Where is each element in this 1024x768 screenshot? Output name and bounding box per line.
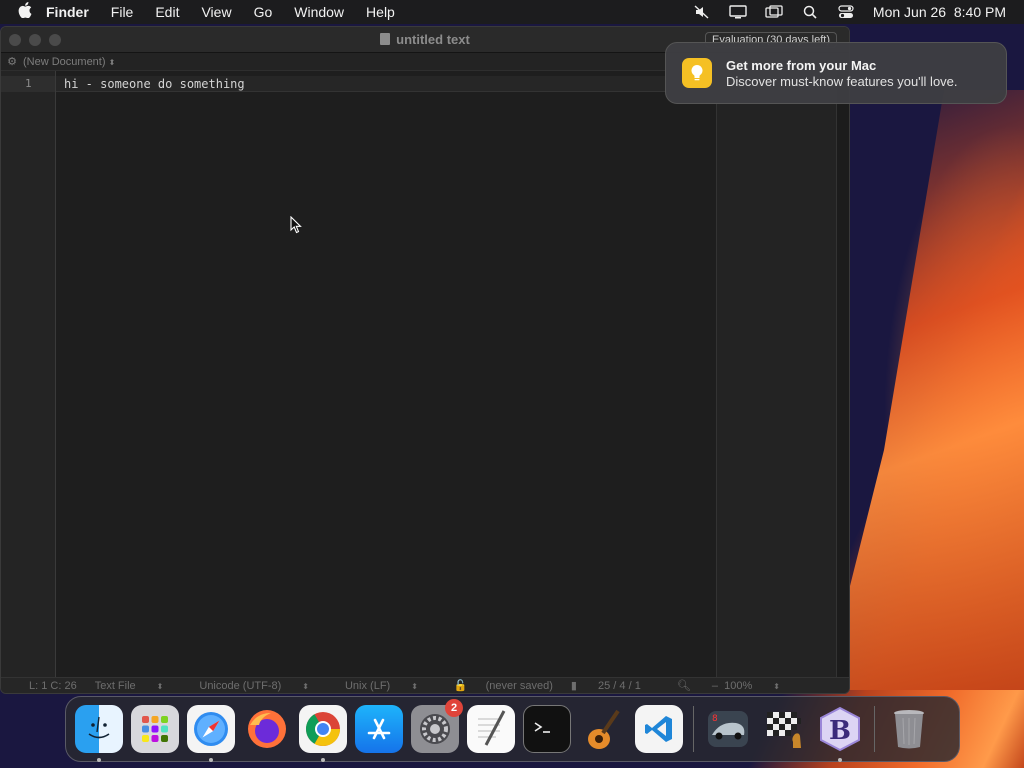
dock-finder[interactable]: [75, 705, 123, 762]
document-selector-label: (New Document): [23, 55, 106, 68]
display-icon[interactable]: [729, 5, 747, 19]
chevron-updown-icon: ⬍: [773, 682, 780, 691]
dock-textedit[interactable]: [467, 705, 515, 753]
screen-mirroring-icon[interactable]: [765, 5, 783, 19]
dock-separator: [693, 706, 694, 752]
running-indicator: [321, 758, 325, 762]
dock-safari[interactable]: [187, 705, 235, 762]
menu-file[interactable]: File: [111, 4, 134, 20]
dock-system-settings[interactable]: 2: [411, 699, 463, 753]
document-selector[interactable]: (New Document) ⬍: [23, 56, 115, 68]
svg-text:B: B: [829, 716, 851, 746]
menu-view[interactable]: View: [201, 4, 231, 20]
zoom-selector[interactable]: 🔍︎ – 100% ⬍: [677, 679, 798, 692]
vertical-scrollbar[interactable]: [836, 71, 849, 679]
menu-bar: Finder File Edit View Go Window Help Mon…: [0, 0, 1024, 24]
mute-icon[interactable]: [693, 5, 711, 19]
chess-icon: [767, 712, 801, 748]
dock-vscode[interactable]: [635, 705, 683, 753]
menu-window[interactable]: Window: [294, 4, 344, 20]
dock-firefox[interactable]: [243, 705, 291, 753]
menu-go[interactable]: Go: [254, 4, 273, 20]
document-icon: [380, 33, 391, 45]
dock-separator: [874, 706, 875, 752]
stats-doc-icon: ▮: [570, 680, 577, 692]
dock-racing-game[interactable]: 8: [704, 705, 752, 753]
text-editor[interactable]: hi - someone do something: [56, 71, 716, 679]
cursor-position[interactable]: L: 1 C: 26: [29, 680, 77, 692]
syntax-selector[interactable]: Text File ⬍: [95, 680, 182, 692]
window-title-text: untitled text: [396, 32, 470, 47]
menubar-clock[interactable]: Mon Jun 26 8:40 PM: [873, 4, 1006, 20]
launchpad-icon: [142, 716, 168, 742]
running-indicator: [838, 758, 842, 762]
status-bar: L: 1 C: 26 Text File ⬍ Unicode (UTF-8) ⬍ U…: [1, 677, 849, 693]
line-ending-selector[interactable]: Unix (LF) ⬍: [345, 680, 436, 692]
dock-bbedit[interactable]: B: [816, 705, 864, 762]
menu-edit[interactable]: Edit: [155, 4, 179, 20]
trash-icon: [894, 710, 924, 749]
tips-lightbulb-icon: [682, 58, 712, 88]
running-indicator: [97, 758, 101, 762]
dock-chrome[interactable]: [299, 705, 347, 762]
dock-garageband[interactable]: [579, 705, 627, 753]
notification-title: Get more from your Mac: [726, 57, 877, 73]
notification-banner[interactable]: Get more from your Mac Discover must-kno…: [665, 42, 1007, 104]
editor-area: 1 hi - someone do something: [1, 71, 849, 679]
notification-body: Discover must-know features you'll love.: [726, 73, 958, 89]
editor-window: untitled text Evaluation (30 days left) …: [0, 26, 850, 694]
chrome-icon: [306, 712, 340, 746]
dock-chess[interactable]: [760, 705, 808, 753]
menu-app-name[interactable]: Finder: [46, 4, 89, 20]
control-center-icon[interactable]: [837, 5, 855, 19]
menu-help[interactable]: Help: [366, 4, 395, 20]
editor-line[interactable]: hi - someone do something: [56, 76, 716, 92]
terminal-icon: [534, 722, 550, 733]
safari-compass-icon: [194, 712, 228, 746]
guitar-icon: [588, 709, 620, 749]
syntax-label: Text File: [94, 679, 136, 692]
finder-icon: [88, 716, 110, 739]
side-pane: [716, 71, 836, 679]
line-number: 1: [1, 76, 55, 92]
dock-terminal[interactable]: [523, 705, 571, 753]
svg-text:8: 8: [712, 714, 718, 724]
stats-label: 25 / 4 / 1: [598, 680, 641, 692]
spotlight-icon[interactable]: [801, 5, 819, 19]
chevron-updown-icon: ⬍: [302, 681, 309, 691]
textedit-icon: [478, 710, 506, 746]
chevron-updown-icon: ⬍: [156, 681, 164, 691]
apple-menu-icon[interactable]: [18, 1, 46, 23]
dock-launchpad[interactable]: [131, 705, 179, 753]
lock-icon[interactable]: 🔓: [454, 679, 468, 692]
firefox-icon: [248, 710, 286, 748]
encoding-label: Unicode (UTF-8): [199, 679, 282, 692]
dock: 2 8 B: [65, 696, 960, 762]
zoom-label: 100%: [724, 680, 753, 692]
dock-trash[interactable]: [885, 705, 933, 753]
document-stats[interactable]: ▮ 25 / 4 / 1: [571, 679, 659, 692]
magnifier-icon: 🔍︎: [676, 680, 691, 692]
line-number-gutter: 1: [1, 71, 56, 679]
encoding-selector[interactable]: Unicode (UTF-8) ⬍: [199, 680, 327, 692]
gear-icon[interactable]: ⚙: [1, 55, 23, 68]
chevron-updown-icon: ⬍: [108, 57, 116, 67]
line-ending-label: Unix (LF): [344, 679, 391, 692]
gear-icon: [420, 714, 450, 744]
save-state: (never saved): [485, 679, 553, 692]
vscode-icon: [645, 716, 672, 742]
mouse-pointer-icon: [290, 215, 302, 239]
notification-text: Get more from your Mac Discover must-kno…: [726, 58, 958, 89]
chevron-updown-icon: ⬍: [411, 681, 418, 691]
car-icon: 8: [708, 711, 748, 747]
app-store-icon: [367, 718, 391, 740]
notification-badge: 2: [445, 699, 463, 717]
bbedit-icon: B: [820, 706, 860, 752]
dock-app-store[interactable]: [355, 705, 403, 753]
running-indicator: [209, 758, 213, 762]
